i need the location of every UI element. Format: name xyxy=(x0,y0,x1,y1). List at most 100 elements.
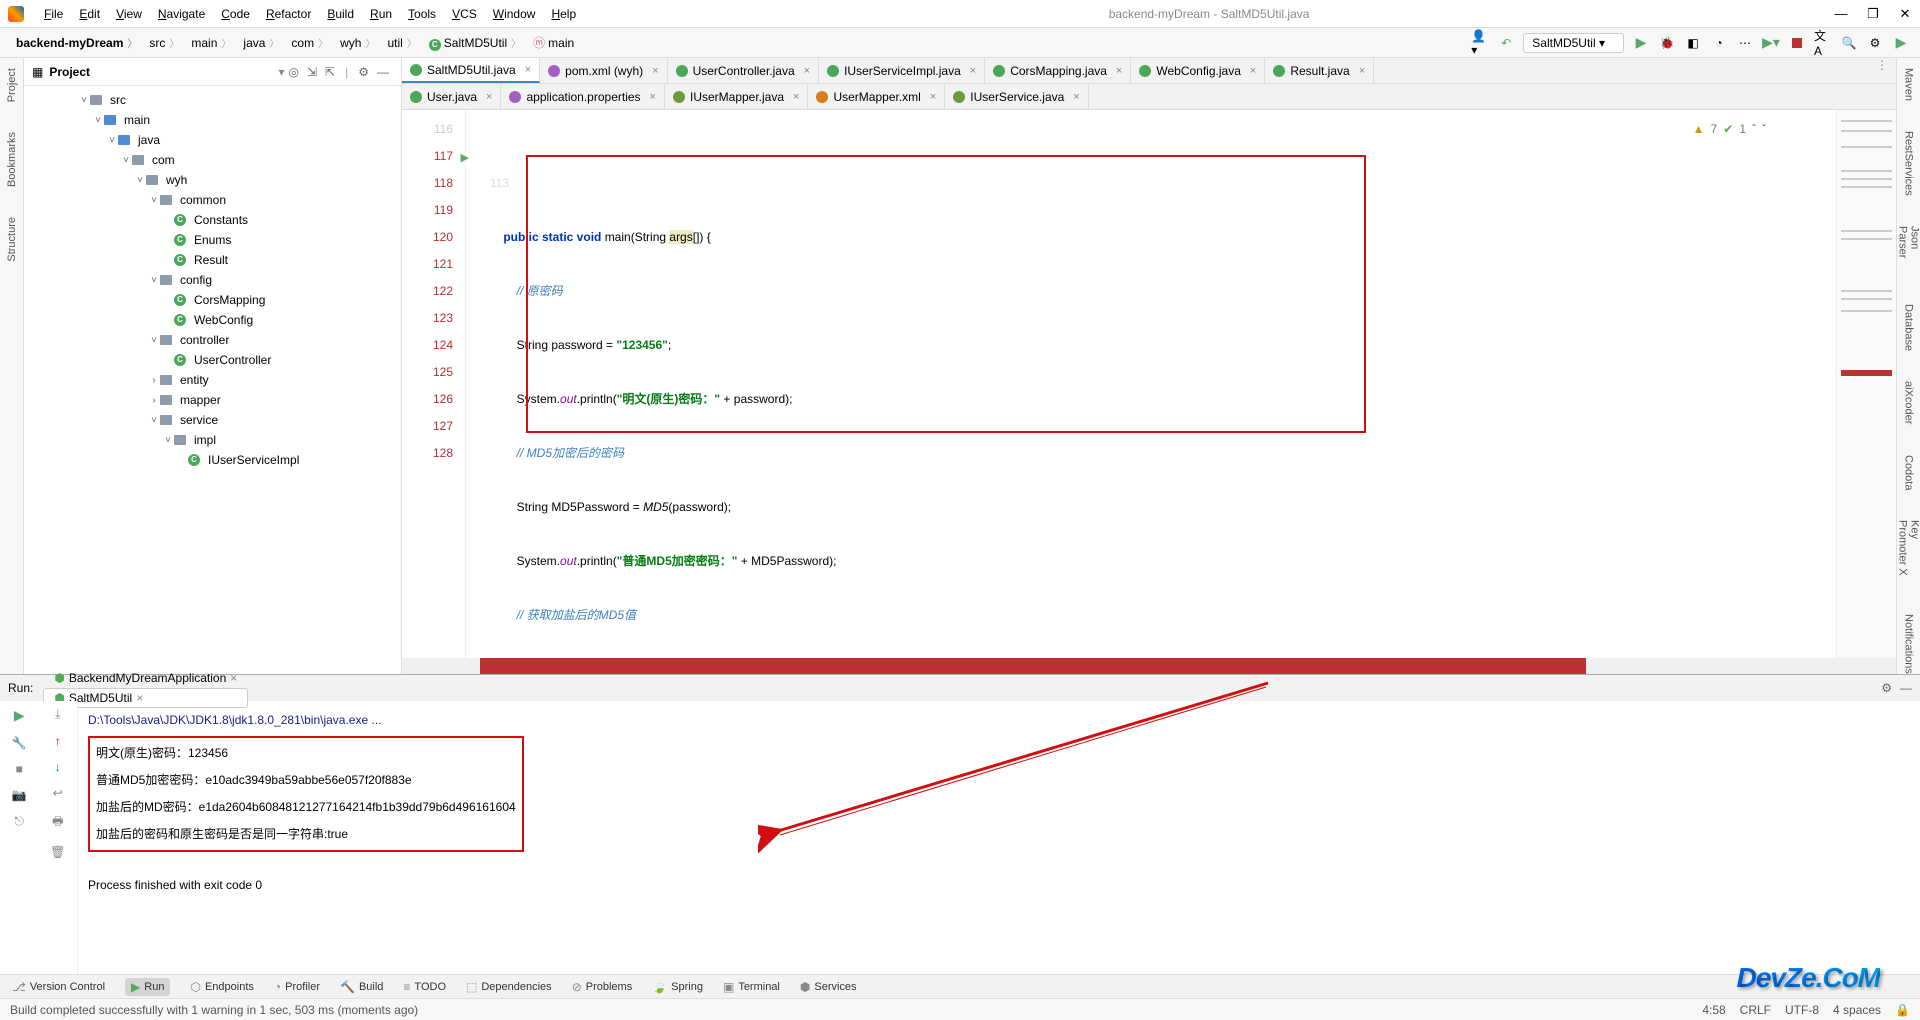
run-settings-icon[interactable]: ⚙ xyxy=(1881,681,1892,695)
indent-setting[interactable]: 4 spaces xyxy=(1833,1003,1881,1017)
menu-help[interactable]: Help xyxy=(543,7,584,21)
editor-tab-SaltMD5Util.java[interactable]: SaltMD5Util.java× xyxy=(402,58,540,83)
tree-node-WebConfig[interactable]: CWebConfig xyxy=(24,310,401,330)
tree-node-common[interactable]: ˅common xyxy=(24,190,401,210)
print-icon[interactable]: 🖶 xyxy=(52,812,63,833)
close-tab-icon[interactable]: × xyxy=(970,65,976,77)
left-strip-project[interactable]: Project xyxy=(6,68,18,102)
close-tab-icon[interactable]: × xyxy=(793,91,799,103)
menu-run[interactable]: Run xyxy=(362,7,400,21)
tree-node-Enums[interactable]: CEnums xyxy=(24,230,401,250)
exit-icon[interactable]: ⎋ xyxy=(15,814,25,829)
tree-node-service[interactable]: ˅service xyxy=(24,410,401,430)
editor-tab-IUserMapper.java[interactable]: IUserMapper.java× xyxy=(665,84,808,109)
tree-node-com[interactable]: ˅com xyxy=(24,150,401,170)
run-config-selector[interactable]: SaltMD5Util ▾ xyxy=(1523,33,1624,53)
tree-node-wyh[interactable]: ˅wyh xyxy=(24,170,401,190)
menu-vcs[interactable]: VCS xyxy=(444,7,485,21)
close-tab-icon[interactable]: × xyxy=(804,65,810,77)
tree-node-java[interactable]: ˅java xyxy=(24,130,401,150)
profile-button[interactable]: ◔ xyxy=(1710,34,1728,52)
tree-node-main[interactable]: ˅main xyxy=(24,110,401,130)
menu-code[interactable]: Code xyxy=(213,7,258,21)
tree-node-mapper[interactable]: ›mapper xyxy=(24,390,401,410)
run-hide-icon[interactable]: — xyxy=(1900,681,1912,695)
dump-icon[interactable]: 📷 xyxy=(12,788,27,802)
maximize-button[interactable]: ❐ xyxy=(1866,6,1880,22)
close-tab-icon[interactable]: × xyxy=(1116,65,1122,77)
menu-refactor[interactable]: Refactor xyxy=(258,7,319,21)
editor-tab-UserMapper.xml[interactable]: UserMapper.xml× xyxy=(808,84,945,109)
tree-node-impl[interactable]: ˅impl xyxy=(24,430,401,450)
up-stack-icon[interactable]: ↑ xyxy=(55,734,61,748)
clear-icon[interactable]: 🗑 xyxy=(50,845,65,859)
minimize-button[interactable]: — xyxy=(1834,6,1848,21)
tool-services[interactable]: ⬢Services xyxy=(800,980,857,994)
breadcrumb-main[interactable]: ⓜmain xyxy=(527,36,584,50)
more-run-icon[interactable]: ⋯ xyxy=(1736,34,1754,52)
breadcrumb-wyh[interactable]: wyh xyxy=(334,36,381,50)
right-strip-database[interactable]: Database xyxy=(1903,304,1915,351)
expand-icon[interactable]: ⇲ xyxy=(307,65,317,79)
right-strip-json-parser[interactable]: Json Parser xyxy=(1897,226,1920,274)
editor-tab-User.java[interactable]: User.java× xyxy=(402,84,501,109)
close-button[interactable]: ✕ xyxy=(1898,6,1912,22)
caret-position[interactable]: 4:58 xyxy=(1702,1003,1725,1017)
menu-tools[interactable]: Tools xyxy=(400,7,444,21)
tabs-more-icon[interactable]: ⋮ xyxy=(1868,58,1896,83)
tool-terminal[interactable]: ▣Terminal xyxy=(723,980,780,994)
right-strip-aixcoder[interactable]: aiXcoder xyxy=(1903,381,1915,424)
locate-icon[interactable]: ◎ xyxy=(289,65,299,79)
tree-node-CorsMapping[interactable]: CCorsMapping xyxy=(24,290,401,310)
down-stack-icon[interactable]: ↓ xyxy=(55,760,61,774)
tree-node-entity[interactable]: ›entity xyxy=(24,370,401,390)
inspections-widget[interactable]: ▲7 ✔1 ˆ ˇ xyxy=(1693,116,1766,143)
tool-build[interactable]: 🔨Build xyxy=(340,980,383,994)
menu-navigate[interactable]: Navigate xyxy=(150,7,213,21)
tree-node-config[interactable]: ˅config xyxy=(24,270,401,290)
editor-tab-IUserService.java[interactable]: IUserService.java× xyxy=(945,84,1088,109)
run-tab-BackendMyDreamApplication[interactable]: ⬢BackendMyDreamApplication × xyxy=(43,668,248,688)
tool-todo[interactable]: ≡TODO xyxy=(403,980,446,994)
right-strip-key-promoter-x[interactable]: Key Promoter X xyxy=(1897,520,1920,584)
line-separator[interactable]: CRLF xyxy=(1740,1003,1771,1017)
editor-tab-application.properties[interactable]: application.properties× xyxy=(501,84,665,109)
line-gutter[interactable]: ▶ 11611711811912012112212312412512612712… xyxy=(402,110,466,658)
breadcrumb-java[interactable]: java xyxy=(237,36,285,50)
editor-tab-UserController.java[interactable]: UserController.java× xyxy=(668,58,819,83)
ai-run-icon[interactable]: ▶ xyxy=(1892,34,1910,52)
left-strip-structure[interactable]: Structure xyxy=(6,217,18,262)
console-output[interactable]: D:\Tools\Java\JDK\JDK1.8\jdk1.8.0_281\bi… xyxy=(78,701,1920,974)
menu-edit[interactable]: Edit xyxy=(71,7,108,21)
tool-endpoints[interactable]: ⬡Endpoints xyxy=(190,980,253,994)
breadcrumb-src[interactable]: src xyxy=(143,36,185,50)
horizontal-scrollbar[interactable] xyxy=(402,658,1896,674)
menu-file[interactable]: File xyxy=(36,7,71,21)
stop-run-icon[interactable]: ■ xyxy=(16,762,23,776)
close-tab-icon[interactable]: × xyxy=(1359,65,1365,77)
tool-dependencies[interactable]: ⬚Dependencies xyxy=(466,980,552,994)
project-tree[interactable]: ˅src˅main˅java˅com˅wyh˅commonCConstantsC… xyxy=(24,86,401,674)
breadcrumb-main[interactable]: main xyxy=(185,36,237,50)
panel-settings-icon[interactable]: ⚙ xyxy=(358,65,369,79)
right-strip-codota[interactable]: Codota xyxy=(1903,455,1915,490)
menu-build[interactable]: Build xyxy=(319,7,362,21)
back-build-icon[interactable]: ↶ xyxy=(1497,34,1515,52)
search-icon[interactable]: 🔍 xyxy=(1840,34,1858,52)
project-view-icon[interactable]: ▦ xyxy=(32,65,43,79)
hide-panel-icon[interactable]: — xyxy=(377,65,389,79)
tree-node-UserController[interactable]: CUserController xyxy=(24,350,401,370)
user-icon[interactable]: 👤▾ xyxy=(1471,34,1489,52)
left-strip-bookmarks[interactable]: Bookmarks xyxy=(6,132,18,187)
editor-area[interactable]: ▶ 11611711811912012112212312412512612712… xyxy=(402,110,1896,658)
editor-tab-IUserServiceImpl.java[interactable]: IUserServiceImpl.java× xyxy=(819,58,985,83)
lock-icon[interactable]: 🔒 xyxy=(1895,1003,1910,1017)
tree-node-IUserServiceImpl[interactable]: CIUserServiceImpl xyxy=(24,450,401,470)
breadcrumb-com[interactable]: com xyxy=(285,36,334,50)
minimap[interactable] xyxy=(1836,110,1896,658)
menu-view[interactable]: View xyxy=(108,7,150,21)
right-strip-maven[interactable]: Maven xyxy=(1903,68,1915,101)
tool-problems[interactable]: ⊘Problems xyxy=(572,980,633,994)
tool-spring[interactable]: 🍃Spring xyxy=(652,980,703,994)
attach-button[interactable]: ▶▾ xyxy=(1762,34,1780,52)
